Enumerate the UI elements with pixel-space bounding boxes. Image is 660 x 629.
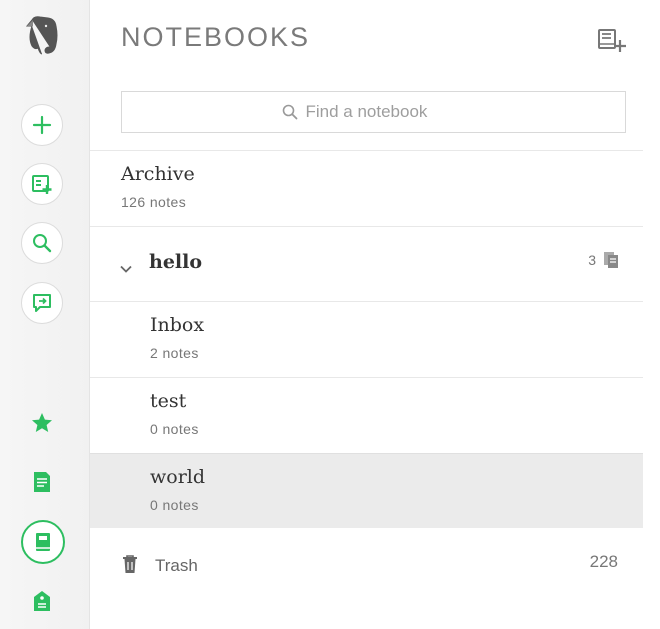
star-icon [32,413,52,432]
search-input[interactable] [305,102,466,122]
notes-button[interactable] [21,461,63,503]
search-icon [33,234,52,253]
notebooks-panel: NOTEBOOKS Archive 126 notes hello 3 [90,0,660,629]
chevron-down-icon[interactable] [120,260,132,273]
new-note-button[interactable] [21,104,63,146]
notebook-note-count: 126 notes [121,194,187,210]
notebook-row-archive[interactable]: Archive 126 notes [90,150,643,226]
notebook-note-count: 0 notes [150,497,199,513]
notebook-note-count: 2 notes [150,345,199,361]
shortcuts-button[interactable] [21,402,63,444]
stack-name: hello [149,251,203,273]
notebook-stack-icon [604,252,618,268]
notebook-list: Archive 126 notes hello 3 Inbox 2 notes … [90,150,643,528]
notebook-name: Archive [121,163,195,185]
find-notebook-search[interactable] [121,91,626,133]
tags-button[interactable] [21,580,63,622]
notebook-note-count: 0 notes [150,421,199,437]
evernote-logo-icon[interactable] [24,14,60,58]
notebook-name: test [150,390,187,412]
new-notebook-icon [598,29,626,52]
notebooks-button[interactable] [21,520,65,564]
note-icon [34,472,50,492]
notebook-row-test[interactable]: test 0 notes [90,377,643,453]
new-notebook-button[interactable] [596,27,626,53]
search-button[interactable] [21,222,63,264]
trash-row[interactable]: Trash 228 [90,540,643,590]
left-rail [0,0,90,629]
search-icon [282,104,297,120]
work-chat-button[interactable] [21,282,63,324]
notebook-name: world [150,466,206,488]
tag-icon [34,591,50,611]
trash-icon [123,555,137,573]
plus-icon [32,115,52,135]
notebook-name: Inbox [150,314,205,336]
notebook-stack-hello[interactable]: hello 3 [90,226,643,301]
trash-count: 228 [589,552,618,571]
page-title: NOTEBOOKS [121,22,311,52]
stack-notebook-count: 3 [588,251,620,269]
note-plus-icon [32,175,52,194]
trash-label: Trash [155,556,198,575]
notebook-row-world[interactable]: world 0 notes [90,453,643,528]
chat-icon [33,294,51,312]
new-chat-button[interactable] [21,163,63,205]
notebook-row-inbox[interactable]: Inbox 2 notes [90,301,643,377]
stack-count: 3 [588,252,596,268]
notebook-icon [36,533,50,551]
